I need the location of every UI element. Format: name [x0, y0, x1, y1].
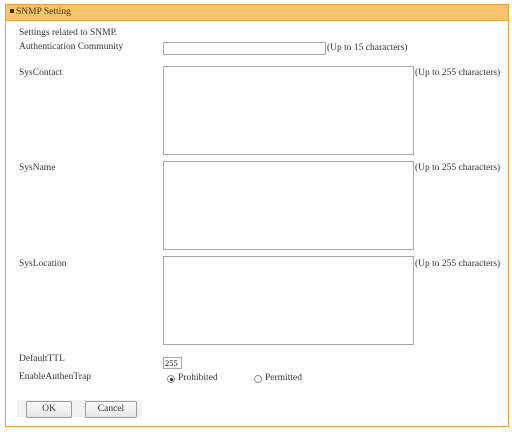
sys-contact-hint: (Up to 255 characters)	[415, 68, 501, 78]
panel-title-text: SNMP Setting	[16, 7, 71, 17]
cancel-button[interactable]: Cancel	[85, 401, 137, 418]
sys-location-textarea[interactable]	[163, 256, 414, 345]
ok-button[interactable]: OK	[26, 401, 72, 418]
square-bullet-icon	[10, 8, 14, 13]
panel-title: SNMP Setting	[10, 7, 71, 17]
auth-community-hint: (Up to 15 characters)	[327, 43, 408, 53]
radio-selected-dot	[169, 377, 173, 381]
prohibited-radio-label[interactable]: Prohibited	[178, 373, 218, 383]
sys-contact-textarea[interactable]	[163, 66, 414, 155]
sys-location-label: SysLocation	[19, 259, 67, 269]
panel-header: SNMP Setting	[6, 5, 508, 21]
enable-authen-trap-label: EnableAuthenTrap	[19, 372, 91, 382]
prohibited-radio[interactable]	[167, 375, 175, 383]
permitted-radio-label[interactable]: Permitted	[265, 373, 302, 383]
intro-text: Settings related to SNMP.	[19, 28, 118, 38]
sys-name-hint: (Up to 255 characters)	[415, 163, 501, 173]
auth-community-input[interactable]	[163, 42, 326, 55]
sys-name-textarea[interactable]	[163, 161, 414, 250]
sys-contact-label: SysContact	[19, 68, 63, 78]
sys-name-label: SysName	[19, 163, 56, 173]
default-ttl-label: DefaultTTL	[19, 354, 65, 364]
auth-community-label: Authentication Community	[19, 42, 124, 52]
sys-location-hint: (Up to 255 characters)	[415, 259, 501, 269]
permitted-radio[interactable]	[254, 375, 262, 383]
default-ttl-input[interactable]	[163, 357, 182, 369]
